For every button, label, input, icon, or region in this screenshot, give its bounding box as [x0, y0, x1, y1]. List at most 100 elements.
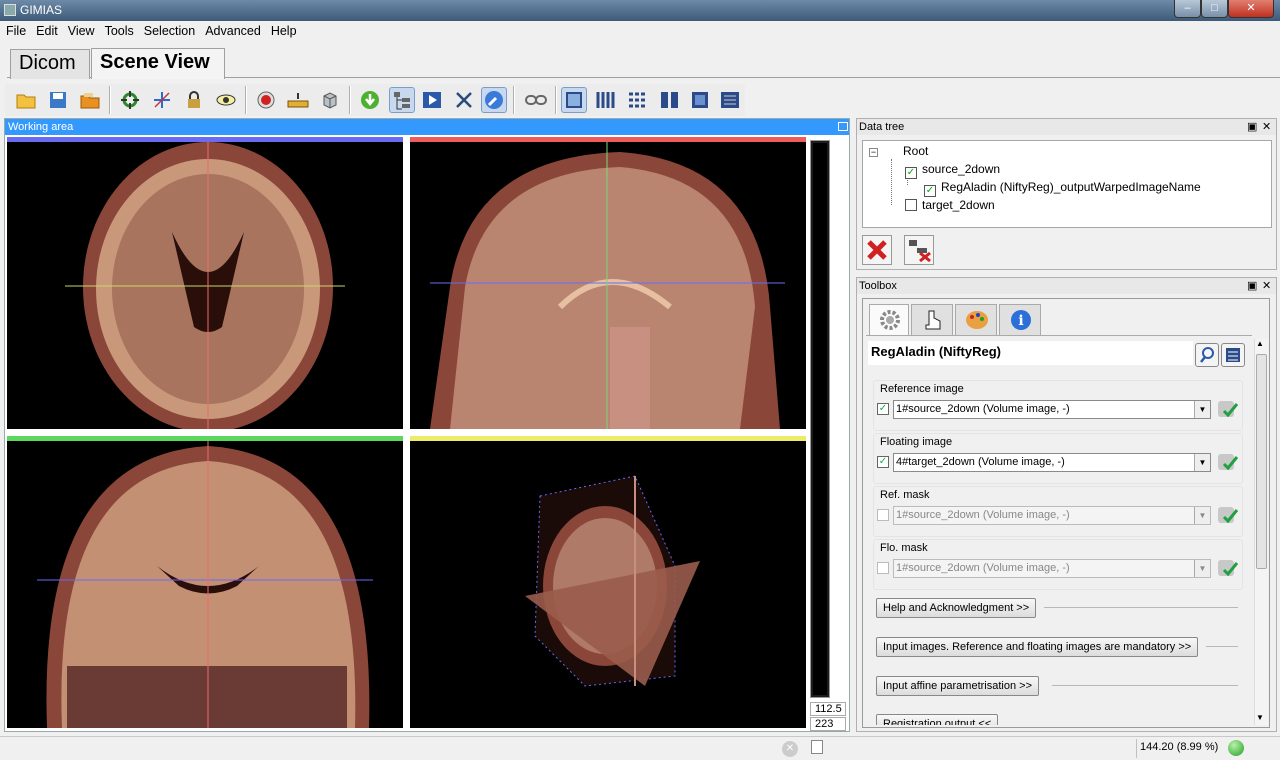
tab-info[interactable]: i: [999, 304, 1041, 335]
delete-icon: [867, 240, 887, 260]
ref-mask-pick-button[interactable]: [1217, 505, 1239, 526]
layout-single-icon[interactable]: [561, 87, 587, 113]
tree-root[interactable]: Root: [903, 144, 928, 158]
flo-mask-select[interactable]: 1#source_2down (Volume image, -) ▼: [893, 559, 1211, 578]
menu-advanced[interactable]: Advanced: [201, 22, 265, 40]
axial-view[interactable]: [7, 137, 403, 429]
close-icon[interactable]: ✕: [1262, 279, 1271, 292]
open-folder-icon[interactable]: [13, 87, 39, 113]
download-icon[interactable]: [357, 87, 383, 113]
coronal-view[interactable]: [7, 436, 403, 728]
status-ok-icon: [1228, 740, 1244, 756]
scroll-up-icon[interactable]: ▲: [1256, 339, 1264, 348]
checkbox[interactable]: ✓: [905, 167, 917, 179]
layout-two-icon[interactable]: [657, 87, 683, 113]
reset-view-icon[interactable]: [117, 87, 143, 113]
chevron-down-icon: ▼: [1194, 454, 1210, 471]
working-area-title: Working area: [5, 119, 849, 135]
select-data-icon: [1218, 560, 1239, 577]
ref-mask-select[interactable]: 1#source_2down (Volume image, -) ▼: [893, 506, 1211, 525]
select-data-icon: [1218, 454, 1239, 471]
ref-mask-value: 1#source_2down (Volume image, -): [896, 509, 1070, 521]
tree-line: [891, 159, 892, 205]
menu-file[interactable]: File: [2, 22, 30, 40]
close-button[interactable]: ✕: [1228, 0, 1274, 18]
reference-image-value: 1#source_2down (Volume image, -): [896, 403, 1070, 415]
tree-item-target[interactable]: target_2down: [905, 198, 995, 212]
delete-tree-button[interactable]: [904, 235, 934, 265]
float-icon[interactable]: ▣: [1247, 279, 1257, 292]
reference-image-select[interactable]: 1#source_2down (Volume image, -) ▼: [893, 400, 1211, 419]
flo-mask-checkbox[interactable]: [877, 562, 889, 574]
sagittal-view[interactable]: [410, 137, 806, 429]
layout-custom-icon[interactable]: [717, 87, 743, 113]
toolbox-scrollbar[interactable]: ▲ ▼: [1254, 339, 1268, 725]
crosshair-icon[interactable]: [149, 87, 175, 113]
wrench-icon[interactable]: [481, 87, 507, 113]
search-button[interactable]: [1195, 343, 1219, 367]
cube-icon[interactable]: [317, 87, 343, 113]
registration-output-section-button[interactable]: Registration output <<: [876, 714, 999, 725]
menu-edit[interactable]: Edit: [32, 22, 62, 40]
menu-help[interactable]: Help: [267, 22, 301, 40]
reference-image-pick-button[interactable]: [1217, 399, 1239, 420]
float-icon[interactable]: ▣: [1247, 120, 1257, 133]
checkbox[interactable]: [905, 199, 917, 211]
window-value: 112.5: [810, 702, 846, 716]
flo-mask-pick-button[interactable]: [1217, 558, 1239, 579]
tab-gear[interactable]: [869, 304, 909, 336]
tab-dicom[interactable]: Dicom: [10, 49, 90, 79]
help-section-button[interactable]: Help and Acknowledgment >>: [876, 598, 1037, 618]
close-icon[interactable]: ✕: [1262, 120, 1271, 133]
ref-mask-checkbox[interactable]: [877, 509, 889, 521]
minimize-button[interactable]: ‒: [1174, 0, 1201, 18]
menu-view[interactable]: View: [64, 22, 99, 40]
tree-item-source[interactable]: ✓ source_2down: [905, 162, 1000, 179]
separator: [1052, 685, 1238, 686]
checkbox[interactable]: ✓: [924, 185, 936, 197]
tree-item-label: target_2down: [922, 198, 995, 212]
affine-section-button[interactable]: Input affine parametrisation >>: [876, 676, 1040, 696]
floating-image-pick-button[interactable]: [1217, 452, 1239, 473]
data-tree-title: Data tree: [857, 119, 1276, 135]
menu-button[interactable]: [1221, 343, 1245, 367]
tab-scene-view[interactable]: Scene View: [91, 48, 225, 79]
maximize-view-icon[interactable]: [838, 122, 848, 131]
log-icon[interactable]: [811, 740, 823, 754]
lock-icon[interactable]: [181, 87, 207, 113]
floating-image-checkbox[interactable]: ✓: [877, 456, 889, 468]
svg-text:i: i: [1018, 313, 1023, 329]
status-bar: ✕ 144.20 (8.99 %): [0, 736, 1280, 760]
collapse-icon[interactable]: −: [869, 148, 878, 157]
main-toolbar: [5, 84, 745, 116]
layout-grid-icon[interactable]: [625, 87, 651, 113]
delete-button[interactable]: [862, 235, 892, 265]
tab-interaction[interactable]: [911, 304, 953, 335]
play-icon[interactable]: [419, 87, 445, 113]
clear-icon[interactable]: ✕: [782, 741, 798, 757]
scroll-thumb[interactable]: [1256, 354, 1267, 569]
tree-item-label: source_2down: [922, 162, 1001, 176]
maximize-button[interactable]: □: [1201, 0, 1228, 18]
eye-icon[interactable]: [213, 87, 239, 113]
scroll-down-icon[interactable]: ▼: [1256, 713, 1264, 722]
floating-image-select[interactable]: 4#target_2down (Volume image, -) ▼: [893, 453, 1211, 472]
reference-image-checkbox[interactable]: ✓: [877, 403, 889, 415]
3d-view[interactable]: [410, 436, 806, 728]
tree-icon[interactable]: [389, 87, 415, 113]
record-icon[interactable]: [253, 87, 279, 113]
layout-square-icon[interactable]: [687, 87, 713, 113]
layout-columns-icon[interactable]: [593, 87, 619, 113]
tree-item-regaladin[interactable]: ✓ RegAladin (NiftyReg)_outputWarpedImageN…: [924, 180, 1201, 197]
tools-icon[interactable]: [451, 87, 477, 113]
menu-selection[interactable]: Selection: [140, 22, 199, 40]
open-files-icon[interactable]: [77, 87, 103, 113]
tab-visual-props[interactable]: [955, 304, 997, 335]
chevron-down-icon: ▼: [1194, 401, 1210, 418]
link-icon[interactable]: [523, 87, 549, 113]
input-images-section-button[interactable]: Input images. Reference and floating ima…: [876, 637, 1199, 657]
menu-tools[interactable]: Tools: [101, 22, 138, 40]
save-icon[interactable]: [45, 87, 71, 113]
status-divider: [1136, 739, 1137, 758]
ruler-icon[interactable]: [285, 87, 311, 113]
